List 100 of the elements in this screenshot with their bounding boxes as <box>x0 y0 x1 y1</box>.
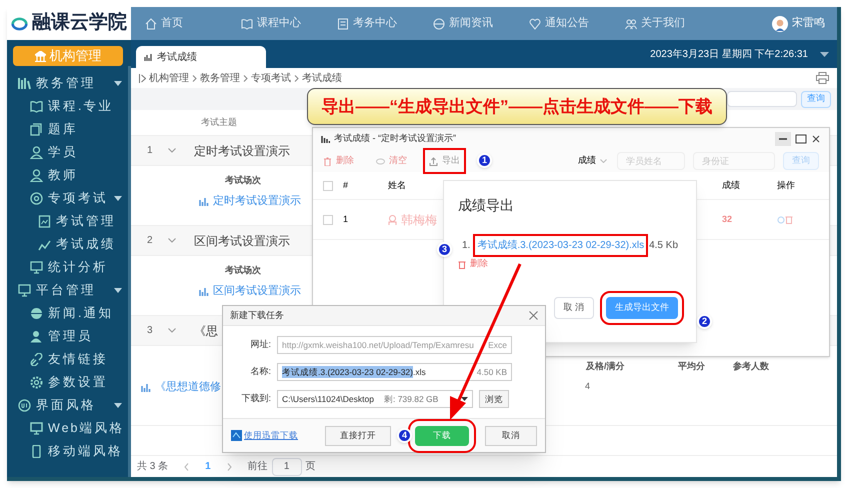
free-space: 剩: 739.82 GB <box>384 392 438 406</box>
user-name[interactable]: 宋雷鸣 <box>792 15 825 32</box>
cancel-button[interactable]: 取 消 <box>554 297 594 319</box>
collapse-icon[interactable] <box>139 74 146 82</box>
chart-icon <box>321 135 330 143</box>
caret-icon[interactable] <box>114 196 122 202</box>
link-icon <box>30 353 43 366</box>
sidebar-item[interactable]: 学员 <box>48 143 122 162</box>
document-icon <box>337 18 349 30</box>
open-button[interactable]: 直接打开 <box>325 426 391 446</box>
chevron-icon <box>294 74 299 82</box>
browse-button[interactable]: 浏览 <box>479 390 509 408</box>
settings-icon <box>30 376 43 389</box>
monitor-icon <box>30 422 43 435</box>
breadcrumb-link[interactable]: 教务管理 <box>200 70 240 86</box>
column-header: 考试场次 <box>225 174 261 188</box>
window-title: 考试成绩 - “定时考试设置演示” <box>334 132 457 146</box>
search-field[interactable] <box>727 91 797 107</box>
breadcrumb-link[interactable]: 考试成绩 <box>302 70 342 86</box>
row-number: 1 <box>146 144 154 158</box>
trash-icon <box>323 156 332 166</box>
sidebar-item[interactable]: 界面风格 <box>36 396 109 415</box>
column-header: 参考人数 <box>733 360 770 374</box>
page-tab[interactable]: 考试成绩 <box>136 46 266 68</box>
people-icon <box>625 18 637 30</box>
caret-icon[interactable] <box>820 52 829 57</box>
cancel-button[interactable]: 取消 <box>485 426 537 446</box>
user-icon <box>30 169 43 182</box>
sidebar-item[interactable]: 平台管理 <box>36 281 109 300</box>
expand-icon[interactable] <box>168 328 176 333</box>
dropdown-icon[interactable] <box>461 397 468 401</box>
user-icon <box>388 214 397 224</box>
sidebar-item[interactable]: 参数设置 <box>48 373 122 392</box>
sidebar-item[interactable]: 课程.专业 <box>48 97 122 116</box>
url-text: http://gxmk.weisha100.net/Upload/Temp/Examresu <box>282 338 474 352</box>
upload-icon <box>429 156 438 166</box>
folder-field[interactable]: C:\Users\11024\Desktop 剩: 739.82 GB <box>277 390 473 408</box>
minimize-icon[interactable] <box>775 132 791 146</box>
book-icon <box>241 18 253 30</box>
filter-dropdown[interactable]: 成绩 <box>578 154 607 168</box>
table-cell-text: 1 <box>343 212 350 226</box>
expand-icon[interactable] <box>168 238 176 243</box>
thunder-link[interactable]: 使用迅雷下载 <box>244 429 298 442</box>
sidebar-item[interactable]: 统计分析 <box>48 258 122 277</box>
breadcrumb-link[interactable]: 机构管理 <box>149 70 189 86</box>
breadcrumb-link[interactable]: 专项考试 <box>251 70 291 86</box>
chart-icon <box>144 53 153 61</box>
file-size: 4.50 KB <box>476 366 507 378</box>
page-input[interactable]: 1 <box>272 458 302 476</box>
monitor-icon <box>30 261 43 274</box>
sidebar-item[interactable]: 题库 <box>48 120 122 139</box>
monitor-icon <box>18 284 31 297</box>
student-name: 韩梅梅 <box>401 212 437 228</box>
url-text: Exce <box>488 338 507 352</box>
close-icon[interactable] <box>529 311 538 320</box>
sidebar-item[interactable]: 考试管理 <box>56 212 122 231</box>
sidebar-item[interactable]: 教师 <box>48 166 122 185</box>
sidebar-item[interactable]: 专项考试 <box>48 189 109 208</box>
admin-icon <box>30 330 43 343</box>
sidebar-item[interactable]: 移动端风格 <box>48 442 123 461</box>
expand-icon[interactable] <box>168 148 176 153</box>
user-icon <box>30 146 43 159</box>
row-number: 3 <box>146 324 154 338</box>
caret-icon[interactable] <box>114 80 122 86</box>
caret-icon[interactable] <box>114 402 122 408</box>
chevron-down-icon <box>600 159 607 163</box>
sidebar-item[interactable]: 考试成绩 <box>56 235 122 254</box>
column-header: # <box>343 178 350 192</box>
avatar-icon <box>772 16 788 32</box>
sidebar-item[interactable]: 管理员 <box>48 327 122 346</box>
chart-icon <box>141 382 151 392</box>
home-icon <box>145 18 157 30</box>
caret-icon[interactable] <box>114 288 122 294</box>
checkbox[interactable] <box>323 180 333 190</box>
column-header: 姓名 <box>388 178 407 192</box>
sidebar-item[interactable]: Web端风格 <box>48 419 124 438</box>
close-icon[interactable] <box>811 134 821 144</box>
checkbox[interactable] <box>323 214 333 224</box>
column-header: 及格/满分 <box>586 360 626 374</box>
print-icon[interactable] <box>816 72 829 84</box>
list-number: 1. <box>462 238 470 252</box>
field-label: 网址: <box>249 338 271 352</box>
total-count: 共 3 条 <box>137 460 168 474</box>
datetime-text: 2023年3月23日 星期四 下午2:26:31 <box>650 48 808 62</box>
column-header: 考试主题 <box>201 116 237 129</box>
chart-icon <box>199 286 209 296</box>
file-size: 4.5 Kb <box>649 238 678 252</box>
chevron-icon <box>243 74 248 82</box>
exam-title: 区间考试设置演示 <box>194 232 290 250</box>
bank-icon <box>34 50 46 62</box>
sidebar-item[interactable]: 教务管理 <box>36 74 109 93</box>
sidebar-item[interactable]: 新闻.通知 <box>48 304 122 323</box>
row-number: 2 <box>146 234 154 248</box>
trash-icon <box>458 260 466 268</box>
filename-field[interactable]: 考试成绩.3.(2023-03-23 02-29-32).xls 4.50 KB <box>277 363 512 381</box>
logo: 融课云学院 <box>7 7 131 40</box>
maximize-icon[interactable] <box>795 134 807 144</box>
sidebar-item[interactable]: 友情链接 <box>48 350 122 369</box>
page-suffix: 页 <box>306 460 316 474</box>
field-label: 名称: <box>249 365 271 378</box>
